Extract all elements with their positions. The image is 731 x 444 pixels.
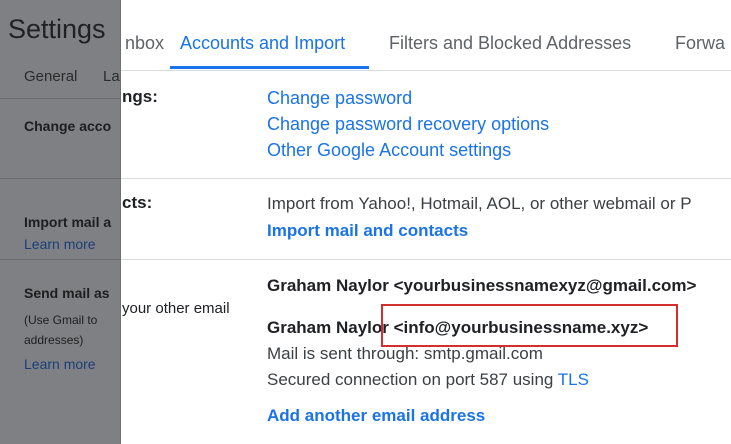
change-recovery-options-link[interactable]: Change password recovery options bbox=[267, 114, 549, 135]
import-mail-and-contacts-link[interactable]: Import mail and contacts bbox=[267, 221, 468, 241]
overlay-tabs: General La bbox=[0, 52, 121, 99]
settings-title: Settings bbox=[8, 14, 106, 44]
active-tab-indicator bbox=[170, 66, 369, 69]
send-address-gmail: Graham Naylor <yourbusinessnamexyz@gmail… bbox=[267, 276, 697, 295]
send-mail-as-label-tail: your other email bbox=[122, 300, 230, 317]
secured-connection-text: Secured connection on port 587 using TLS bbox=[267, 370, 589, 389]
overlay-divider bbox=[0, 178, 121, 179]
send-mail-as-label: Send mail as bbox=[24, 285, 110, 301]
overlay-divider bbox=[0, 259, 121, 260]
change-account-label: Change acco bbox=[24, 118, 112, 134]
send-mail-desc-1: (Use Gmail to bbox=[24, 313, 98, 327]
import-description: Import from Yahoo!, Hotmail, AOL, or oth… bbox=[267, 194, 692, 213]
change-password-link[interactable]: Change password bbox=[267, 88, 412, 109]
send-mail-desc-2: addresses) bbox=[24, 333, 84, 347]
other-google-account-settings-link[interactable]: Other Google Account settings bbox=[267, 140, 511, 161]
tab-general[interactable]: General bbox=[24, 68, 77, 85]
import-mail-label: Import mail a bbox=[24, 214, 112, 230]
send-learn-more-link[interactable]: Learn more bbox=[24, 356, 96, 372]
tls-link[interactable]: TLS bbox=[558, 370, 589, 389]
overlay-edge bbox=[120, 0, 121, 444]
section-divider bbox=[120, 178, 731, 179]
section-divider bbox=[120, 259, 731, 260]
highlight-box bbox=[381, 304, 678, 347]
tab-labels[interactable]: La bbox=[103, 68, 120, 85]
tab-inbox[interactable]: nbox bbox=[125, 33, 164, 54]
tab-filters-and-blocked[interactable]: Filters and Blocked Addresses bbox=[389, 33, 631, 54]
import-learn-more-link[interactable]: Learn more bbox=[24, 236, 96, 252]
settings-overlay-panel: Settings General La Change acco Import m… bbox=[0, 0, 121, 444]
import-label-tail: cts: bbox=[122, 193, 153, 212]
change-account-label-tail: ngs: bbox=[122, 87, 158, 106]
tab-forwarding[interactable]: Forwa bbox=[675, 33, 725, 54]
tab-accounts-and-import[interactable]: Accounts and Import bbox=[180, 33, 345, 54]
add-another-email-link[interactable]: Add another email address bbox=[267, 406, 485, 426]
mail-sent-through: Mail is sent through: smtp.gmail.com bbox=[267, 344, 543, 363]
